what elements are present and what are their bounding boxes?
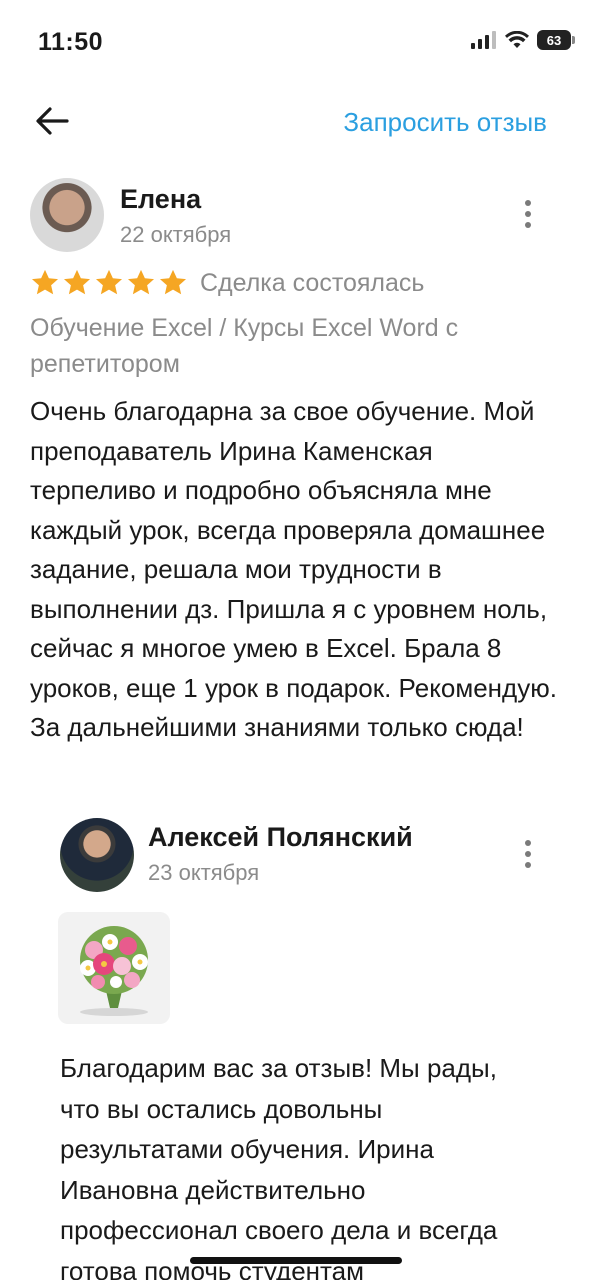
deal-status: Сделка состоялась xyxy=(200,268,425,297)
flower-bouquet-icon xyxy=(80,926,148,1016)
back-button[interactable] xyxy=(28,99,76,143)
review-text: Очень благодарна за свое обучение. Мой п… xyxy=(30,396,557,742)
more-dot-icon xyxy=(525,862,531,868)
battery-icon: 63 xyxy=(537,30,575,50)
nav-bar: Запросить отзыв xyxy=(0,95,591,149)
star-icon xyxy=(160,269,186,295)
review-date: 22 октября xyxy=(120,222,232,247)
bouquet-image[interactable] xyxy=(58,912,170,1024)
rating-stars xyxy=(30,268,188,298)
reply-text: Благодарим вас за отзыв! Мы рады, что вы… xyxy=(60,1053,498,1280)
arrow-left-icon xyxy=(36,107,69,135)
more-dot-icon xyxy=(525,851,531,857)
more-dot-icon xyxy=(525,222,531,228)
home-indicator[interactable] xyxy=(190,1257,402,1264)
reply-more-button[interactable] xyxy=(516,834,540,874)
star-icon xyxy=(128,269,154,295)
rating-row: Сделка состоялась xyxy=(30,268,424,298)
star-icon xyxy=(64,269,90,295)
status-icons: 63 xyxy=(471,30,575,50)
review-author-name[interactable]: Елена xyxy=(120,184,201,215)
signal-icon xyxy=(471,31,496,49)
request-review-button[interactable]: Запросить отзыв xyxy=(343,107,547,138)
reply-date: 23 октября xyxy=(148,860,260,885)
star-icon xyxy=(32,269,58,295)
reply-author-name[interactable]: Алексей Полянский xyxy=(148,822,413,853)
review-more-button[interactable] xyxy=(516,194,540,234)
review-service: Обучение Excel / Курсы Excel Word с репе… xyxy=(30,314,459,378)
status-time: 11:50 xyxy=(38,28,104,56)
star-icon xyxy=(96,269,122,295)
avatar[interactable] xyxy=(30,178,104,252)
more-dot-icon xyxy=(525,211,531,217)
reply-avatar[interactable] xyxy=(60,818,134,892)
status-bar: 11:50 63 xyxy=(0,0,591,90)
wifi-icon xyxy=(505,31,529,48)
more-dot-icon xyxy=(525,840,531,846)
more-dot-icon xyxy=(525,200,531,206)
